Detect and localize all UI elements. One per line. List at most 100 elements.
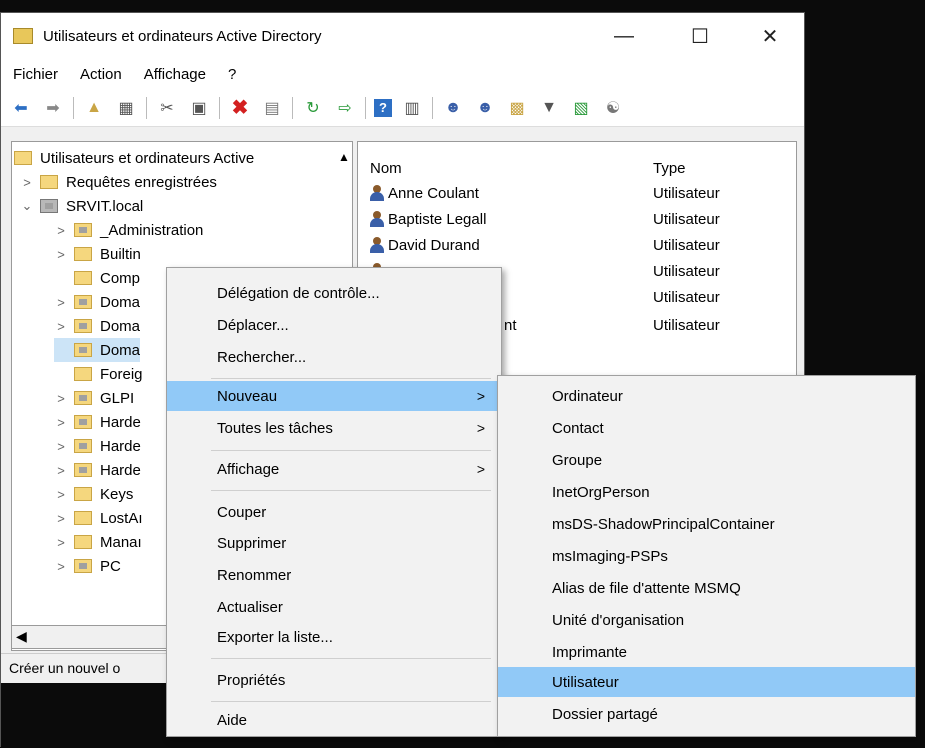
menu-item-aide[interactable]: Aide <box>167 705 501 735</box>
up-folder-icon[interactable]: ▲ <box>82 96 106 120</box>
close-button[interactable]: ✕ <box>747 13 793 59</box>
chevron-right-icon[interactable]: > <box>54 463 68 478</box>
tree-item-glpi[interactable]: > GLPI <box>54 386 134 410</box>
chevron-right-icon[interactable]: > <box>54 487 68 502</box>
export-icon[interactable]: ⇨ <box>333 96 357 120</box>
tree-item-label: Foreig <box>100 365 143 383</box>
tree-item-domain[interactable]: ⌄ SRVIT.local <box>20 194 144 218</box>
toolbar-separator <box>432 96 433 119</box>
column-header-type[interactable]: Type <box>653 160 686 177</box>
add-to-group-icon[interactable]: ▧ <box>569 96 593 120</box>
list-item[interactable]: David Durand Utilisateur <box>370 234 790 256</box>
menu-affichage[interactable]: Affichage <box>144 66 206 83</box>
menu-action[interactable]: Action <box>80 66 122 83</box>
menu-item-nouveau[interactable]: Nouveau > <box>167 381 501 411</box>
tree-item-label: LostAı <box>100 509 143 527</box>
list-item[interactable]: Baptiste Legall Utilisateur <box>370 208 790 230</box>
copy-icon[interactable]: ▣ <box>187 96 211 120</box>
menu-item-rechercher[interactable]: Rechercher... <box>167 342 501 372</box>
minimize-button[interactable]: — <box>601 13 647 59</box>
folder-icon <box>74 487 92 501</box>
tree-root[interactable]: Utilisateurs et ordinateurs Active <box>14 146 254 170</box>
submenu-item-utilisateur[interactable]: Utilisateur <box>498 667 915 697</box>
tree-item-lostandfound[interactable]: > LostAı <box>54 506 143 530</box>
submenu-arrow-icon: > <box>476 420 485 436</box>
chevron-right-icon[interactable]: > <box>54 319 68 334</box>
new-ou-icon[interactable]: ▩ <box>505 96 529 120</box>
chevron-down-icon[interactable]: ⌄ <box>20 198 34 214</box>
menu-item-supprimer[interactable]: Supprimer <box>167 528 501 558</box>
tree-item-domain-selected[interactable]: Doma <box>54 338 141 362</box>
scroll-up-arrow-icon[interactable]: ▲ <box>338 150 350 164</box>
tree-item-domain-2[interactable]: > Doma <box>54 314 140 338</box>
show-tree-icon[interactable]: ▦ <box>114 96 138 120</box>
menu-item-delegation[interactable]: Délégation de contrôle... <box>167 278 501 308</box>
menu-item-couper[interactable]: Couper <box>167 497 501 527</box>
chevron-right-icon[interactable]: > <box>54 415 68 430</box>
refresh-icon[interactable]: ↻ <box>301 96 325 120</box>
column-header-name[interactable]: Nom <box>370 160 402 177</box>
tree-item-label: Harde <box>100 437 141 455</box>
properties-icon[interactable]: ▤ <box>260 96 284 120</box>
console-icon[interactable]: ▥ <box>400 96 424 120</box>
chevron-right-icon[interactable]: > <box>54 391 68 406</box>
tree-item-domain-1[interactable]: > Doma <box>54 290 140 314</box>
cut-icon[interactable]: ✂ <box>155 96 179 120</box>
chevron-right-icon[interactable]: > <box>54 559 68 574</box>
tree-item-harde-2[interactable]: > Harde <box>54 434 141 458</box>
scroll-left-arrow-icon[interactable]: ◀ <box>16 628 27 645</box>
tree-item-harde-3[interactable]: > Harde <box>54 458 141 482</box>
menu-item-affichage[interactable]: Affichage > <box>167 454 501 484</box>
menu-separator <box>211 490 491 491</box>
menu-item-proprietes[interactable]: Propriétés <box>167 665 501 695</box>
tree-item-computers[interactable]: Comp <box>54 266 140 290</box>
menu-separator <box>211 701 491 702</box>
new-user-icon[interactable]: ☻ <box>441 96 465 120</box>
submenu-item-dossier-partage[interactable]: Dossier partagé <box>498 699 915 729</box>
menu-item-toutes-taches[interactable]: Toutes les tâches > <box>167 413 501 443</box>
submenu-item-groupe[interactable]: Groupe <box>498 445 915 475</box>
tree-item-label: GLPI <box>100 389 135 407</box>
tree-item-administration[interactable]: > _Administration <box>54 218 203 242</box>
tree-item-pc[interactable]: > PC <box>54 554 121 578</box>
tree-item-foreign[interactable]: Foreig <box>54 362 143 386</box>
tree-item-label: Harde <box>100 413 141 431</box>
chevron-right-icon[interactable]: > <box>54 511 68 526</box>
help-icon[interactable]: ? <box>374 98 392 117</box>
chevron-right-icon[interactable]: > <box>20 175 34 190</box>
submenu-item-msimaging[interactable]: msImaging-PSPs <box>498 541 915 571</box>
menu-help[interactable]: ? <box>228 66 236 83</box>
delete-icon[interactable]: ✖ <box>228 96 252 120</box>
list-item[interactable]: Anne Coulant Utilisateur <box>370 182 790 204</box>
chevron-right-icon[interactable]: > <box>54 295 68 310</box>
submenu-arrow-icon: > <box>476 461 485 477</box>
filter-icon[interactable]: ▼ <box>537 96 561 120</box>
chevron-right-icon[interactable]: > <box>54 535 68 550</box>
forward-icon[interactable]: ➡ <box>41 96 65 120</box>
submenu-item-msds-shadow[interactable]: msDS-ShadowPrincipalContainer <box>498 509 915 539</box>
submenu-item-contact[interactable]: Contact <box>498 413 915 443</box>
menu-fichier[interactable]: Fichier <box>13 66 58 83</box>
tree-item-keys[interactable]: > Keys <box>54 482 133 506</box>
maximize-button[interactable]: ☐ <box>677 13 723 59</box>
submenu-item-ou[interactable]: Unité d'organisation <box>498 605 915 635</box>
chevron-right-icon[interactable]: > <box>54 439 68 454</box>
submenu-item-inetorgperson[interactable]: InetOrgPerson <box>498 477 915 507</box>
tree-item-builtin[interactable]: > Builtin <box>54 242 141 266</box>
submenu-item-msmq-alias[interactable]: Alias de file d'attente MSMQ <box>498 573 915 603</box>
menu-item-exporter[interactable]: Exporter la liste... <box>167 622 501 652</box>
submenu-item-imprimante[interactable]: Imprimante <box>498 637 915 667</box>
tree-item-label: SRVIT.local <box>66 197 144 215</box>
chevron-right-icon[interactable]: > <box>54 223 68 238</box>
tree-item-harde-1[interactable]: > Harde <box>54 410 141 434</box>
tree-item-requetes[interactable]: > Requêtes enregistrées <box>20 170 217 194</box>
menu-item-deplacer[interactable]: Déplacer... <box>167 310 501 340</box>
delegate-icon[interactable]: ☯ <box>601 96 625 120</box>
back-icon[interactable]: ⬅ <box>9 96 33 120</box>
menu-item-renommer[interactable]: Renommer <box>167 560 501 590</box>
tree-item-managed[interactable]: > Manaı <box>54 530 142 554</box>
new-group-icon[interactable]: ☻ <box>473 96 497 120</box>
submenu-item-ordinateur[interactable]: Ordinateur <box>498 381 915 411</box>
menu-item-actualiser[interactable]: Actualiser <box>167 592 501 622</box>
chevron-right-icon[interactable]: > <box>54 247 68 262</box>
